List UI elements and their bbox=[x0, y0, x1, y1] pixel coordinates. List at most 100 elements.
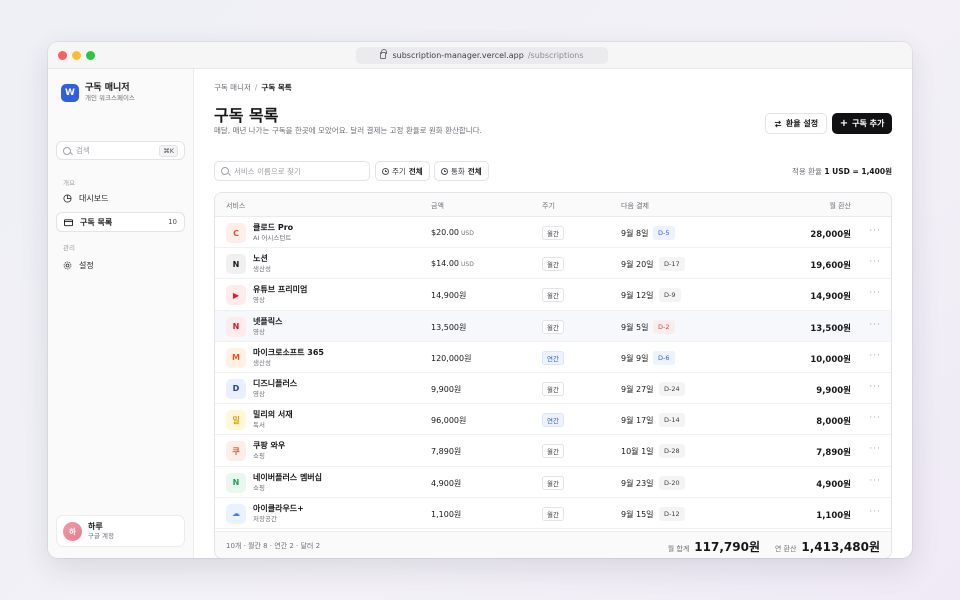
monthly-amount: 4,900원 bbox=[816, 479, 851, 490]
more-options-icon[interactable]: ··· bbox=[869, 320, 881, 330]
table-row[interactable]: N 네이버플러스 멤버십 쇼핑 4,900원 월간 9월 23일 D-20 4,900원 ··· bbox=[215, 467, 891, 498]
service-category: 영상 bbox=[253, 389, 265, 398]
service-category: 영상 bbox=[253, 327, 265, 336]
col-next-payment[interactable]: 다음 결제 bbox=[621, 201, 649, 211]
amount-cell: 120,000원 bbox=[431, 353, 473, 364]
exchange-rate-button[interactable]: 환율 설정 bbox=[765, 113, 827, 134]
service-logo-icon: M bbox=[226, 347, 246, 368]
brand[interactable]: W 구독 매니저 개인 워크스페이스 bbox=[61, 83, 135, 102]
monthly-amount: 8,000원 bbox=[816, 417, 851, 428]
dday-badge: D-28 bbox=[659, 444, 685, 459]
service-name: 밀리의 서재 bbox=[253, 410, 293, 420]
service-category: 생산성 bbox=[253, 265, 271, 274]
add-subscription-button[interactable]: + 구독 추가 bbox=[832, 113, 892, 134]
swap-icon bbox=[774, 119, 782, 128]
amount-value: 13,500원 bbox=[431, 322, 467, 332]
close-window-button[interactable] bbox=[58, 51, 67, 60]
sidebar-item-dashboard[interactable]: 대시보드 bbox=[56, 188, 185, 208]
service-search-input[interactable]: 서비스 이름으로 찾기 bbox=[214, 161, 370, 181]
breadcrumb-root[interactable]: 구독 매니저 bbox=[214, 83, 251, 92]
table-summary: 10개 · 월간 8 · 연간 2 · 달러 2 bbox=[226, 542, 321, 550]
col-cycle[interactable]: 주기 bbox=[542, 201, 555, 211]
more-options-icon[interactable]: ··· bbox=[869, 257, 881, 267]
sidebar: W 구독 매니저 개인 워크스페이스 검색 ⌘K 개요 대시보드 구독 목록 1… bbox=[48, 69, 194, 558]
exchange-rate-label: 환율 설정 bbox=[785, 119, 819, 128]
gear-icon bbox=[63, 261, 72, 269]
sidebar-search[interactable]: 검색 ⌘K bbox=[56, 141, 185, 160]
table-row[interactable]: ☁ 아이클라우드+ 저장공간 1,100원 월간 9월 15일 D-12 1,100원 ··· bbox=[215, 498, 891, 529]
next-payment-date: 9월 8일 bbox=[621, 229, 649, 238]
search-placeholder: 서비스 이름으로 찾기 bbox=[234, 166, 301, 176]
search-icon bbox=[63, 146, 71, 155]
service-logo-icon: N bbox=[226, 472, 246, 493]
currency-filter[interactable]: 통화 전체 bbox=[434, 161, 489, 181]
more-options-icon[interactable]: ··· bbox=[869, 476, 881, 486]
cycle-badge: 월간 bbox=[542, 226, 564, 240]
service-name: 마이크로소프트 365 bbox=[253, 347, 325, 357]
dday-badge: D-17 bbox=[659, 257, 685, 272]
more-options-icon[interactable]: ··· bbox=[869, 444, 881, 454]
table-row[interactable]: N 노션 생산성 $14.00 USD 월간 9월 20일 D-17 19,600원 ··· bbox=[215, 248, 891, 280]
card-icon bbox=[64, 218, 73, 226]
dday-badge: D-6 bbox=[653, 350, 675, 365]
more-options-icon[interactable]: ··· bbox=[869, 382, 881, 392]
monthly-total: 월 합계 117,790원 bbox=[668, 538, 760, 555]
more-options-icon[interactable]: ··· bbox=[869, 226, 881, 236]
sidebar-item-subscriptions[interactable]: 구독 목록 10 bbox=[56, 212, 185, 232]
amount-value: 7,890원 bbox=[431, 447, 462, 457]
maximize-window-button[interactable] bbox=[86, 51, 95, 60]
monthly-amount: 10,000원 bbox=[810, 354, 851, 365]
cycle-badge: 월간 bbox=[542, 257, 564, 272]
currency-filter-value: 전체 bbox=[467, 166, 482, 176]
user-profile[interactable]: 하 하루 구글 계정 bbox=[56, 515, 185, 547]
app-logo: W bbox=[61, 83, 79, 102]
next-payment-date: 10월 1일 bbox=[621, 447, 654, 457]
yearly-total-value: 1,413,480원 bbox=[801, 540, 880, 554]
next-payment-date: 9월 5일 bbox=[621, 322, 649, 332]
amount-cell: 1,100원 bbox=[431, 509, 463, 520]
more-options-icon[interactable]: ··· bbox=[869, 413, 881, 423]
table-row[interactable]: D 디즈니플러스 영상 9,900원 월간 9월 27일 D-24 9,900원 ··· bbox=[215, 373, 891, 405]
more-options-icon[interactable]: ··· bbox=[869, 507, 881, 517]
service-logo-icon: ▶ bbox=[226, 285, 246, 306]
amount-value: 4,900원 bbox=[431, 478, 462, 488]
cycle-badge: 월간 bbox=[542, 319, 564, 334]
address-bar[interactable]: subscription-manager.vercel.app/subscrip… bbox=[356, 47, 608, 64]
table-row[interactable]: C 클로드 Pro AI 어시스턴트 $20.00 USD 월간 9월 8일 D-5 28,00… bbox=[215, 217, 891, 249]
service-category: 독서 bbox=[253, 421, 265, 430]
service-category: 쇼핑 bbox=[253, 483, 265, 492]
plus-icon: + bbox=[839, 117, 849, 129]
sidebar-item-settings[interactable]: 설정 bbox=[56, 255, 185, 275]
table-row[interactable]: 밀 밀리의 서재 독서 96,000원 연간 9월 17일 D-14 8,000원 ··· bbox=[215, 404, 891, 436]
dday-badge: D-9 bbox=[659, 288, 681, 303]
amount-cell: 96,000원 bbox=[431, 415, 468, 426]
more-options-icon[interactable]: ··· bbox=[869, 351, 881, 361]
table-row[interactable]: ▶ 유튜브 프리미엄 영상 14,900원 월간 9월 12일 D-9 14,900원 ··· bbox=[215, 279, 891, 311]
table-row[interactable]: N 넷플릭스 영상 13,500원 월간 9월 5일 D-2 13,500원 ··· bbox=[215, 310, 891, 342]
cycle-filter[interactable]: 주기 전체 bbox=[375, 161, 430, 181]
monthly-amount: 13,500원 bbox=[810, 323, 851, 334]
cycle-badge: 월간 bbox=[542, 475, 564, 490]
col-amount[interactable]: 금액 bbox=[431, 201, 444, 211]
cycle-filter-value: 전체 bbox=[408, 166, 423, 176]
table-row[interactable]: 쿠 쿠팡 와우 쇼핑 7,890원 월간 10월 1일 D-28 7,890원 ··· bbox=[215, 435, 891, 467]
amount-cell: $20.00 USD bbox=[431, 228, 474, 237]
cycle-badge: 월간 bbox=[542, 381, 564, 396]
more-options-icon[interactable]: ··· bbox=[869, 288, 881, 298]
service-name: 클로드 Pro bbox=[253, 223, 294, 232]
monthly-amount: 19,600원 bbox=[810, 261, 851, 272]
avatar: 하 bbox=[63, 521, 82, 541]
section-overview: 개요 bbox=[63, 179, 75, 187]
monthly-total-value: 117,790원 bbox=[694, 540, 760, 554]
sidebar-search-placeholder: 검색 bbox=[76, 146, 90, 155]
col-monthly[interactable]: 월 환산 bbox=[829, 201, 851, 211]
service-category: 생산성 bbox=[253, 358, 271, 367]
col-service[interactable]: 서비스 bbox=[226, 201, 245, 211]
sidebar-item-label: 설정 bbox=[79, 260, 94, 270]
table-row[interactable]: M 마이크로소프트 365 생산성 120,000원 연간 9월 9일 D-6 10,000원… bbox=[215, 342, 891, 373]
applied-rate: 적용 환율 1 USD = 1,400원 bbox=[792, 166, 892, 177]
minimize-window-button[interactable] bbox=[72, 51, 81, 60]
amount-value: $20.00 bbox=[431, 228, 459, 237]
service-logo-icon: N bbox=[226, 254, 246, 275]
monthly-amount: 7,890원 bbox=[816, 448, 851, 459]
